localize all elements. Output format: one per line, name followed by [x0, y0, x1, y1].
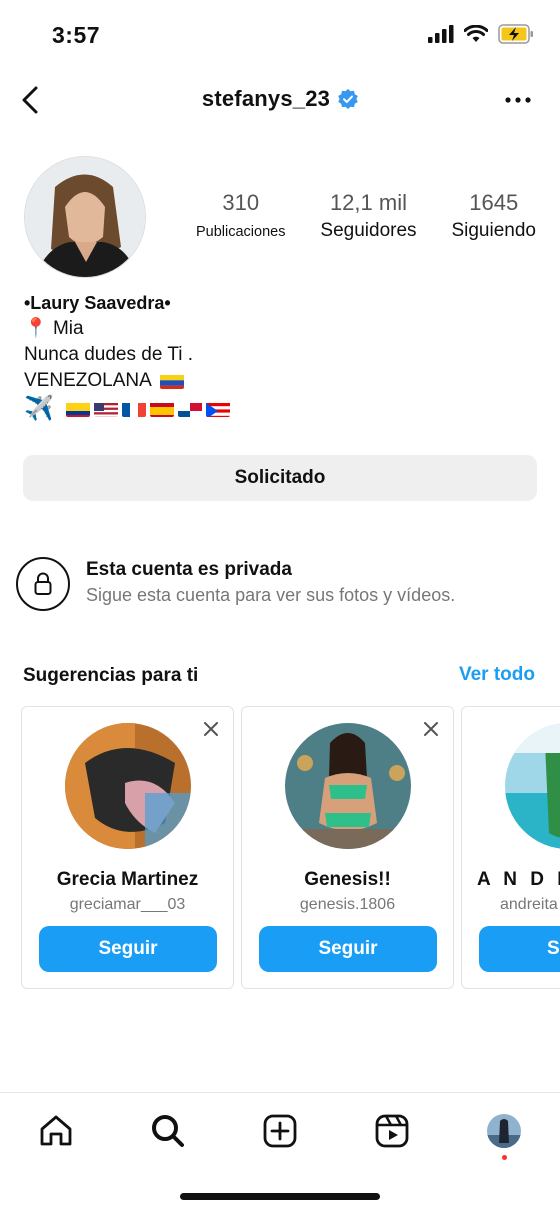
bio-location: 📍 Mia — [24, 316, 524, 342]
bio-line: Nunca dudes de Ti . — [24, 344, 193, 365]
bio-nationality-text: VENEZOLANA — [24, 370, 152, 391]
bio-location-text: Mia — [52, 318, 84, 339]
stat-posts[interactable]: 310 Publicaciones — [196, 190, 285, 242]
private-account-notice: Esta cuenta es privada Sigue esta cuenta… — [16, 555, 546, 615]
suggestion-name: Grecia Martinez — [56, 869, 199, 890]
dismiss-icon[interactable] — [201, 719, 221, 739]
suggestions-title: Sugerencias para ti — [23, 665, 199, 686]
tab-profile[interactable] — [484, 1111, 524, 1151]
battery-charging-icon — [498, 24, 533, 44]
wifi-icon — [464, 25, 488, 42]
tab-home[interactable] — [36, 1111, 76, 1151]
tab-create[interactable] — [260, 1111, 300, 1151]
usa-flag-icon — [93, 401, 118, 417]
suggestion-card[interactable]: Genesis!! genesis.1806 Seguir — [241, 706, 454, 989]
suggestion-card[interactable]: A N D R E andreita Se — [461, 706, 560, 989]
home-icon — [40, 1115, 72, 1146]
more-horizontal-icon — [505, 97, 531, 103]
suggestion-avatar[interactable] — [285, 723, 411, 849]
status-bar: 3:57 — [0, 0, 560, 70]
see-all-link[interactable]: Ver todo — [459, 664, 535, 686]
notification-dot — [502, 1155, 507, 1160]
stat-followers-value: 12,1 mil — [329, 190, 407, 215]
username-title: stefanys_23 — [0, 86, 560, 112]
suggestion-name: A N D R E — [477, 869, 560, 890]
stat-posts-label: Publicaciones — [196, 224, 286, 240]
private-title: Esta cuenta es privada — [86, 559, 292, 580]
reels-icon — [375, 1114, 409, 1148]
suggestion-username: genesis.1806 — [299, 896, 396, 913]
profile-avatar[interactable] — [24, 156, 146, 278]
more-options-button[interactable] — [498, 86, 538, 114]
follow-button[interactable]: Seguir — [259, 926, 437, 972]
stat-following[interactable]: 1645 Siguiendo — [451, 190, 536, 242]
suggestion-username: andreita — [500, 896, 558, 913]
profile-photo — [25, 157, 145, 277]
follow-button[interactable]: Seguir — [39, 926, 217, 972]
stat-following-value: 1645 — [469, 190, 519, 215]
requested-button[interactable]: Solicitado — [23, 455, 537, 501]
profile-header: stefanys_23 — [0, 74, 560, 126]
lock-icon — [16, 557, 70, 611]
stat-posts-value: 310 — [222, 190, 260, 215]
suggestion-avatar[interactable] — [65, 723, 191, 849]
stat-followers-label: Seguidores — [320, 220, 417, 241]
stat-following-label: Siguiendo — [451, 220, 536, 241]
status-icons — [428, 24, 534, 44]
spain-flag-icon — [149, 401, 174, 417]
suggestion-name: Genesis!! — [304, 869, 391, 890]
private-subtitle: Sigue esta cuenta para ver sus fotos y v… — [86, 585, 456, 605]
bio-nationality: VENEZOLANA — [24, 368, 524, 394]
bio-travel-flags: ✈️ — [24, 396, 524, 422]
status-time: 3:57 — [52, 22, 101, 48]
panama-flag-icon — [177, 401, 202, 417]
profile-stats: 310 Publicaciones 12,1 mil Seguidores 16… — [196, 190, 536, 242]
create-post-icon — [263, 1114, 297, 1148]
home-indicator[interactable] — [180, 1193, 380, 1200]
bio-display-name: •Laury Saavedra• — [24, 293, 171, 313]
pin-icon: 📍 — [24, 318, 48, 339]
airplane-icon: ✈️ — [24, 395, 54, 422]
tab-search[interactable] — [148, 1111, 188, 1151]
france-flag-icon — [121, 401, 146, 417]
suggestions-carousel[interactable]: Grecia Martinez greciamar___03 Seguir Ge… — [21, 706, 560, 990]
suggestion-card[interactable]: Grecia Martinez greciamar___03 Seguir — [21, 706, 234, 989]
puerto-rico-flag-icon — [205, 401, 230, 417]
stat-followers[interactable]: 12,1 mil Seguidores — [320, 190, 416, 242]
header-username: stefanys_23 — [201, 86, 331, 111]
profile-avatar-icon — [487, 1114, 521, 1148]
suggestion-avatar[interactable] — [505, 723, 560, 849]
follow-button[interactable]: Se — [479, 926, 560, 972]
dismiss-icon[interactable] — [421, 719, 441, 739]
colombia-flag-icon — [65, 401, 90, 417]
suggestion-username: greciamar___03 — [69, 896, 186, 913]
search-icon — [152, 1115, 184, 1147]
venezuela-flag-icon — [159, 373, 184, 389]
profile-bio: •Laury Saavedra• 📍 Mia Nunca dudes de Ti… — [24, 290, 524, 422]
verified-badge-icon — [338, 89, 358, 109]
tab-reels[interactable] — [372, 1111, 412, 1151]
signal-icon — [428, 25, 454, 43]
